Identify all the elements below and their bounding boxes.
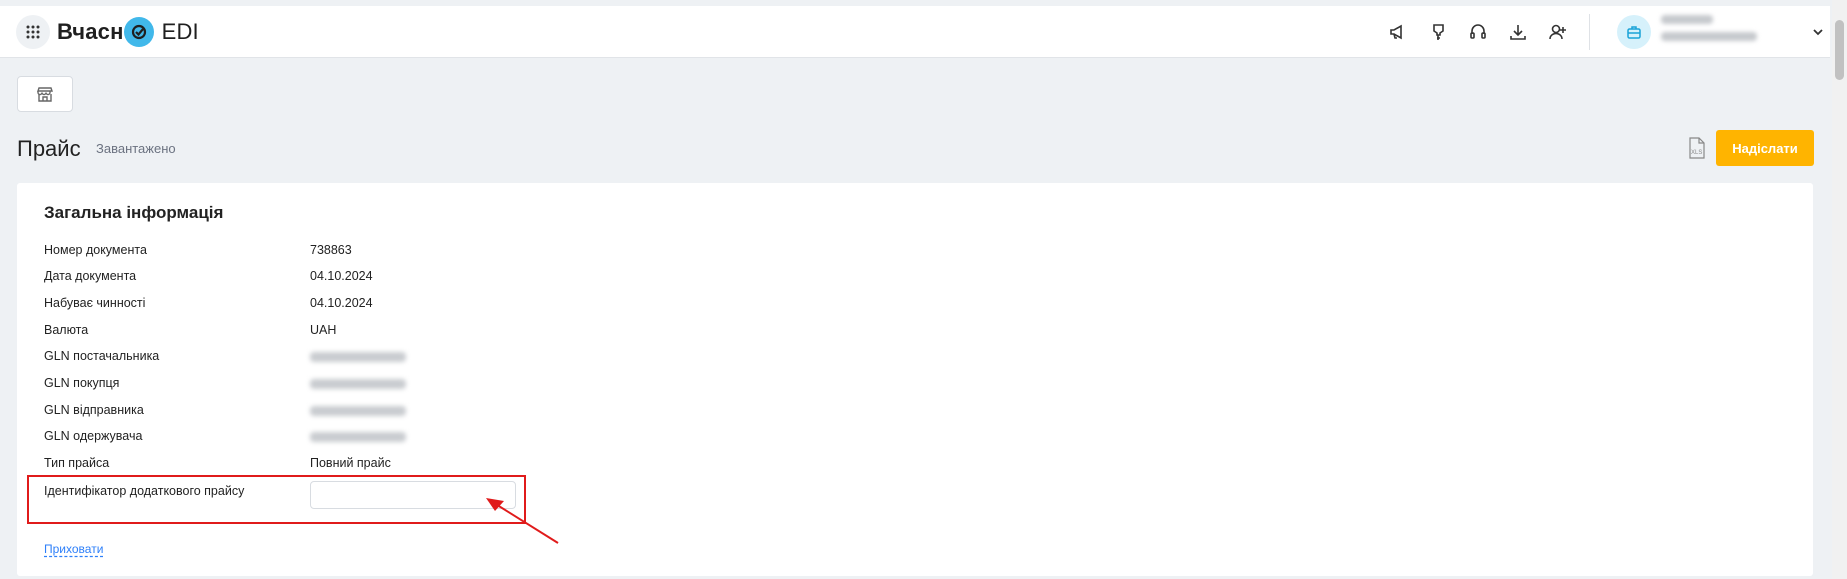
doc-number-label: Номер документа — [44, 243, 147, 257]
annotation-highlight-box — [27, 475, 526, 524]
download-icon[interactable] — [1505, 19, 1531, 45]
recipient-gln-value — [310, 432, 406, 442]
section-title: Загальна інформація — [44, 203, 224, 222]
price-type-label: Тип прайса — [44, 456, 110, 470]
xls-file-icon[interactable]: XLS — [1683, 135, 1709, 161]
currency-label: Валюта — [44, 323, 89, 337]
apps-grid-icon — [26, 25, 40, 39]
sender-gln-label: GLN відправника — [44, 403, 144, 417]
currency-value: UAH — [310, 323, 337, 337]
doc-date-value: 04.10.2024 — [310, 269, 373, 283]
effective-date-value: 04.10.2024 — [310, 296, 373, 310]
page-scrollbar[interactable] — [1832, 0, 1847, 579]
buyer-gln-value — [310, 379, 406, 389]
annotation-arrow-icon — [486, 498, 559, 544]
top-header: Вчасн EDI — [0, 6, 1830, 58]
store-icon — [37, 87, 53, 102]
effective-date-label: Набуває чинності — [44, 296, 146, 310]
page-title: Прайс — [17, 136, 81, 161]
megaphone-icon[interactable] — [1385, 19, 1411, 45]
logo-text-right: EDI — [161, 19, 199, 44]
store-button[interactable] — [17, 76, 73, 112]
price-type-value: Повний прайс — [310, 456, 391, 470]
sender-gln-value — [310, 406, 406, 416]
chevron-down-icon[interactable] — [1809, 23, 1827, 41]
vchasno-edi-logo[interactable]: Вчасн EDI — [57, 17, 199, 47]
header-divider — [1589, 14, 1590, 50]
scrollbar-thumb[interactable] — [1835, 20, 1844, 80]
logo-check-icon — [123, 17, 154, 47]
supplier-gln-label: GLN постачальника — [44, 349, 160, 363]
company-briefcase-icon[interactable] — [1617, 15, 1651, 49]
doc-date-label: Дата документа — [44, 269, 137, 283]
send-button[interactable]: Надіслати — [1716, 130, 1814, 166]
hide-link[interactable]: Приховати — [44, 542, 103, 556]
buyer-gln-label: GLN покупця — [44, 376, 120, 390]
lightbulb-icon[interactable] — [1425, 19, 1451, 45]
headset-icon[interactable] — [1465, 19, 1491, 45]
supplier-gln-value — [310, 352, 406, 362]
doc-number-value: 738863 — [310, 243, 352, 257]
document-status: Завантажено — [96, 141, 176, 156]
apps-grid-button[interactable] — [16, 15, 50, 49]
account-info-blurred[interactable] — [1661, 15, 1757, 49]
add-user-icon[interactable] — [1545, 19, 1571, 45]
recipient-gln-label: GLN одержувача — [44, 429, 143, 443]
svg-text:XLS: XLS — [1691, 150, 1702, 156]
logo-text-left: Вчасн — [57, 19, 124, 44]
